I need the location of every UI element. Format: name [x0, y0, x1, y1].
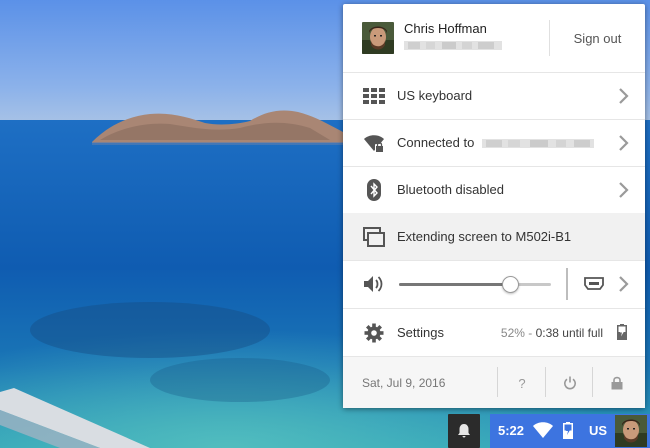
network-prefix: Connected to	[397, 135, 475, 150]
settings-item[interactable]: Settings 52% - 0:38 until full	[343, 308, 645, 356]
gear-icon	[363, 322, 385, 344]
display-extend-icon	[363, 226, 385, 248]
keyboard-icon	[363, 85, 385, 107]
user-card: Chris Hoffman Sign out	[343, 4, 645, 72]
keyboard-label: US keyboard	[397, 88, 473, 103]
notifications-button[interactable]	[448, 414, 480, 448]
battery-charging-icon	[563, 422, 573, 439]
network-label: Connected to	[397, 135, 596, 150]
network-item[interactable]: Connected to	[343, 119, 645, 166]
bluetooth-item[interactable]: Bluetooth disabled	[343, 166, 645, 213]
sign-out-button[interactable]: Sign out	[550, 4, 645, 72]
settings-label: Settings	[397, 325, 444, 340]
user-name: Chris Hoffman	[404, 21, 487, 36]
footer-divider	[497, 367, 498, 397]
help-button[interactable]: ?	[499, 369, 545, 397]
bell-icon	[458, 424, 470, 438]
volume-slider-thumb[interactable]	[501, 276, 519, 293]
status-area-button[interactable]: 5:22 US	[490, 414, 650, 448]
volume-slider[interactable]	[399, 276, 551, 293]
speaker-icon[interactable]	[363, 273, 385, 295]
tray-footer: Sat, Jul 9, 2016 ?	[343, 356, 645, 408]
power-button[interactable]	[547, 369, 593, 397]
keyboard-item[interactable]: US keyboard	[343, 72, 645, 119]
wifi-icon	[533, 422, 553, 438]
volume-slider-fill	[399, 283, 510, 286]
lock-button[interactable]	[594, 369, 640, 397]
network-name-redacted	[481, 139, 594, 149]
chevron-right-icon[interactable]	[617, 275, 629, 293]
footer-divider	[545, 367, 546, 397]
battery-percent: 52%	[500, 326, 525, 340]
hdmi-output-icon[interactable]	[584, 277, 604, 291]
volume-item	[343, 260, 645, 308]
footer-divider	[592, 367, 593, 397]
chevron-right-icon	[619, 88, 629, 104]
volume-divider	[566, 268, 568, 300]
battery-separator: -	[524, 326, 536, 340]
battery-status: 52% - 0:38 until full	[501, 326, 603, 340]
display-label: Extending screen to M502i-B1	[397, 229, 572, 244]
wifi-lock-icon	[363, 132, 385, 154]
user-email-redacted	[404, 39, 502, 50]
bluetooth-label: Bluetooth disabled	[397, 182, 504, 197]
system-tray-menu: Chris Hoffman Sign out US keyboard Conne…	[343, 4, 645, 408]
bluetooth-icon	[363, 179, 385, 201]
input-method-indicator: US	[589, 423, 608, 438]
lock-icon	[611, 376, 623, 390]
battery-remaining: 0:38 until full	[535, 326, 603, 340]
clock: 5:22	[498, 423, 525, 438]
chevron-right-icon	[619, 135, 629, 151]
user-avatar	[615, 415, 647, 447]
user-avatar	[362, 22, 394, 54]
display-item[interactable]: Extending screen to M502i-B1	[343, 213, 645, 260]
battery-charging-icon	[617, 324, 627, 340]
chevron-right-icon	[619, 182, 629, 198]
power-icon	[564, 376, 576, 390]
date-label[interactable]: Sat, Jul 9, 2016	[362, 376, 445, 390]
